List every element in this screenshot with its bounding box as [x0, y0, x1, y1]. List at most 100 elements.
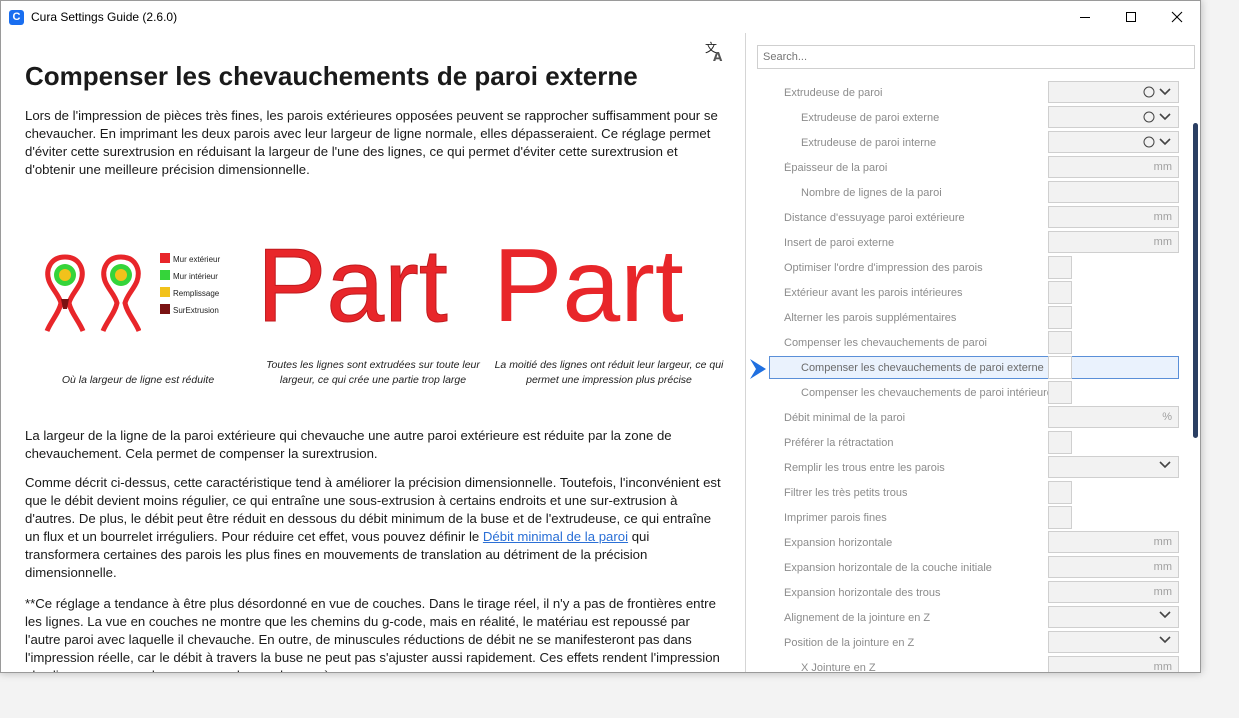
setting-checkbox[interactable]: [1048, 431, 1072, 454]
extruder-circle-icon: [1143, 136, 1155, 148]
setting-label: Extrudeuse de paroi externe: [801, 112, 940, 124]
setting-checkbox[interactable]: [1048, 306, 1072, 329]
extruder-select[interactable]: [1048, 81, 1179, 103]
setting-row[interactable]: Compenser les chevauchements de paroi ex…: [746, 356, 1186, 381]
legend-swatch-inner-wall: [160, 270, 170, 280]
setting-label: Épaisseur de la paroi: [784, 162, 888, 174]
setting-row[interactable]: Extrudeuse de paroi: [746, 81, 1186, 106]
setting-dropdown[interactable]: [1048, 606, 1179, 628]
translate-icon[interactable]: 文 A: [704, 40, 726, 62]
setting-row[interactable]: Filtrer les très petits trous: [746, 481, 1186, 506]
setting-row[interactable]: Optimiser l'ordre d'impression des paroi…: [746, 256, 1186, 281]
setting-row[interactable]: Compenser les chevauchements de paroi: [746, 331, 1186, 356]
app-window: C Cura Settings Guide (2.6.0) 文 A Compen…: [0, 0, 1201, 673]
setting-checkbox[interactable]: [1048, 281, 1072, 304]
setting-row[interactable]: Alignement de la jointure en Z: [746, 606, 1186, 631]
search-input[interactable]: [757, 45, 1195, 69]
setting-checkbox[interactable]: [1048, 331, 1072, 354]
setting-row[interactable]: Remplir les trous entre les parois: [746, 456, 1186, 481]
pin-shape-1: [44, 254, 86, 333]
settings-scrollbar[interactable]: [1193, 123, 1198, 438]
figure-caption-1: Où la largeur de ligne est réduite: [61, 374, 215, 386]
setting-value-field[interactable]: mm: [1048, 531, 1179, 553]
setting-value-field[interactable]: mm: [1048, 156, 1179, 178]
setting-row[interactable]: Extrudeuse de paroi interne: [746, 131, 1186, 156]
setting-dropdown[interactable]: [1048, 631, 1179, 653]
setting-checkbox[interactable]: [1048, 481, 1072, 504]
setting-row[interactable]: Débit minimal de la paroi%: [746, 406, 1186, 431]
svg-text:A: A: [713, 50, 723, 62]
setting-label: Filtrer les très petits trous: [784, 487, 908, 499]
extruder-circle-icon: [1143, 86, 1155, 98]
part-word-reduced-width: Part: [493, 229, 684, 329]
legend-infill: Remplissage: [173, 289, 220, 298]
close-icon: [1171, 11, 1183, 23]
setting-label: Extrudeuse de paroi interne: [801, 137, 937, 149]
close-button[interactable]: [1154, 1, 1200, 33]
setting-row[interactable]: X Jointure en Z mm: [746, 656, 1186, 673]
setting-value-field[interactable]: mm: [1048, 581, 1179, 603]
legend-swatch-overextrusion: [160, 304, 170, 314]
cura-app-icon: C: [9, 10, 24, 25]
setting-checkbox[interactable]: [1048, 506, 1072, 529]
setting-label: Compenser les chevauchements de paroi: [784, 337, 988, 349]
setting-label: Alignement de la jointure en Z: [784, 612, 931, 624]
figure-caption-3: La moitié des lignes ont réduit leur lar…: [494, 359, 724, 386]
setting-row[interactable]: Insert de paroi externe mm: [746, 231, 1186, 256]
setting-value-field[interactable]: %: [1048, 406, 1179, 428]
setting-row[interactable]: Compenser les chevauchements de paroi in…: [746, 381, 1186, 406]
setting-row[interactable]: Nombre de lignes de la paroi: [746, 181, 1186, 206]
setting-value-field[interactable]: mm: [1048, 206, 1179, 228]
setting-unit: mm: [1153, 236, 1172, 248]
setting-label: Compenser les chevauchements de paroi ex…: [801, 362, 1044, 374]
setting-label: Imprimer parois fines: [784, 512, 887, 524]
setting-unit: mm: [1153, 211, 1172, 223]
setting-value-field[interactable]: mm: [1048, 556, 1179, 578]
setting-label: Débit minimal de la paroi: [784, 412, 906, 424]
setting-checkbox[interactable]: [1048, 256, 1072, 279]
extruder-circle-icon: [1143, 111, 1155, 123]
extruder-select[interactable]: [1048, 106, 1179, 128]
setting-dropdown[interactable]: [1048, 456, 1179, 478]
extruder-select[interactable]: [1048, 131, 1179, 153]
paragraph-2: La largeur de la ligne de la paroi extér…: [25, 428, 672, 461]
minimize-button[interactable]: [1062, 1, 1108, 33]
setting-value-field[interactable]: [1048, 181, 1179, 203]
setting-checkbox[interactable]: [1048, 381, 1072, 404]
chevron-down-icon: [1159, 138, 1171, 146]
legend-inner-wall: Mur intérieur: [173, 272, 218, 281]
setting-label: Expansion horizontale des trous: [784, 587, 941, 599]
pin-shape-2: [100, 254, 141, 333]
setting-row[interactable]: Extérieur avant les parois intérieures: [746, 281, 1186, 306]
setting-row[interactable]: Préférer la rétractation: [746, 431, 1186, 456]
setting-label: Alterner les parois supplémentaires: [784, 312, 957, 324]
selection-arrow-icon: [750, 359, 766, 379]
setting-row[interactable]: Épaisseur de la paroi mm: [746, 156, 1186, 181]
setting-unit: mm: [1153, 161, 1172, 173]
setting-value-field[interactable]: mm: [1048, 231, 1179, 253]
chevron-down-icon: [1159, 88, 1171, 96]
setting-row[interactable]: Expansion horizontale de la couche initi…: [746, 556, 1186, 581]
setting-unit: mm: [1153, 536, 1172, 548]
paragraph-3: Comme décrit ci-dessus, cette caractéris…: [25, 474, 725, 582]
setting-row[interactable]: Expansion horizontale mm: [746, 531, 1186, 556]
legend-swatch-outer-wall: [160, 253, 170, 263]
setting-unit: %: [1162, 411, 1172, 423]
chevron-down-icon: [1159, 113, 1171, 121]
setting-row[interactable]: Extrudeuse de paroi externe: [746, 106, 1186, 131]
page-title: Compenser les chevauchements de paroi ex…: [25, 61, 638, 91]
setting-row[interactable]: Distance d'essuyage paroi extérieure mm: [746, 206, 1186, 231]
figure-caption-2: Toutes les lignes sont extrudées sur tou…: [266, 359, 480, 386]
setting-row[interactable]: Expansion horizontale des trous mm: [746, 581, 1186, 606]
setting-label: Extérieur avant les parois intérieures: [784, 287, 963, 299]
setting-checkbox[interactable]: [1048, 356, 1072, 379]
setting-row[interactable]: Alterner les parois supplémentaires: [746, 306, 1186, 331]
intro-paragraph: Lors de l'impression de pièces très fine…: [25, 108, 718, 177]
maximize-button[interactable]: [1108, 1, 1154, 33]
settings-panel: Extrudeuse de paroi Extrudeuse de paroi e…: [746, 33, 1200, 673]
setting-value-field[interactable]: mm: [1048, 656, 1179, 672]
setting-row[interactable]: Position de la jointure en Z: [746, 631, 1186, 656]
minimum-wall-flow-link[interactable]: Débit minimal de la paroi: [483, 529, 628, 544]
setting-label: X Jointure en Z: [801, 662, 876, 673]
setting-row[interactable]: Imprimer parois fines: [746, 506, 1186, 531]
